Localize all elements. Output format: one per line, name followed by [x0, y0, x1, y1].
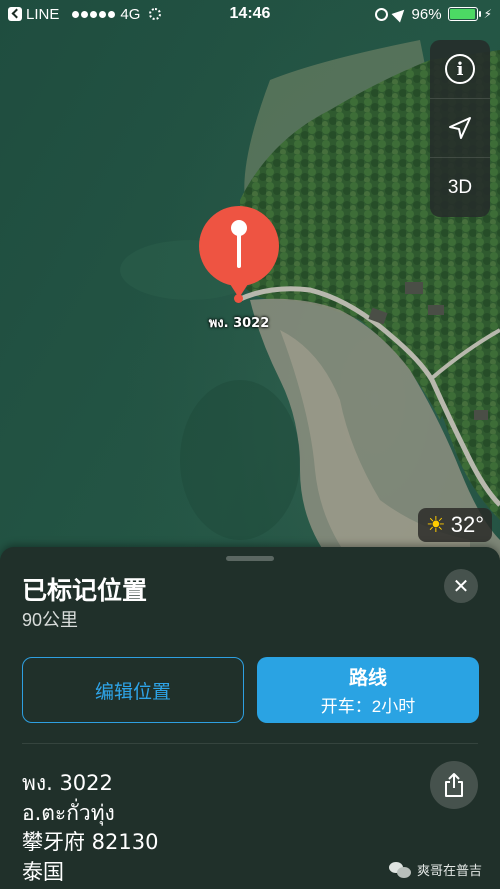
address-line: อ.ตะกั่วทุ่ง — [22, 800, 115, 825]
signal-strength-icon — [72, 10, 116, 18]
back-to-app-button[interactable]: LINE — [8, 6, 59, 23]
rotation-lock-icon — [374, 7, 388, 21]
wechat-icon — [388, 861, 411, 878]
info-icon: i — [445, 54, 475, 84]
3d-toggle-button[interactable]: 3D — [430, 158, 490, 217]
back-app-label: LINE — [26, 5, 60, 23]
address-block: พง. 3022 อ.ตะกั่วทุ่ง 攀牙府 82130 泰国 — [22, 769, 158, 887]
pin-needle-icon — [237, 228, 241, 268]
track-location-button[interactable] — [430, 99, 490, 158]
back-chevron-icon — [8, 7, 22, 21]
3d-icon: 3D — [447, 176, 473, 198]
divider — [22, 743, 478, 744]
battery-percent: 96% — [411, 5, 442, 23]
watermark: 爽哥在普吉 — [388, 860, 482, 879]
close-button[interactable]: ✕ — [444, 569, 478, 603]
battery-icon — [447, 7, 481, 21]
weather-badge: ☀ 32° — [417, 508, 492, 542]
directions-eta: 开车：2小时 — [320, 697, 416, 716]
directions-label: 路线 — [348, 668, 387, 689]
address-line: พง. 3022 — [22, 771, 113, 795]
map-info-button[interactable]: i — [430, 40, 490, 99]
directions-button[interactable]: 路线 开车：2小时 — [257, 657, 479, 723]
location-arrow-icon — [449, 117, 471, 139]
sheet-grabber[interactable] — [226, 556, 274, 561]
sun-icon: ☀ — [425, 512, 446, 538]
pin-anchor-dot — [234, 294, 243, 303]
place-title: 已标记位置 — [22, 577, 148, 605]
marked-location-pin[interactable] — [199, 206, 279, 286]
edit-location-button[interactable]: 编辑位置 — [22, 657, 244, 723]
location-services-icon — [391, 5, 409, 23]
share-button[interactable] — [430, 761, 478, 809]
charging-bolt-icon: ⚡ — [483, 7, 492, 21]
activity-spinner-icon — [149, 8, 162, 20]
close-icon: ✕ — [452, 575, 470, 598]
place-card: 已标记位置 90公里 ✕ 编辑位置 路线 开车：2小时 พง. 3022 อ.ต… — [0, 547, 500, 889]
place-distance: 90公里 — [22, 610, 79, 630]
network-type: 4G — [120, 5, 141, 23]
address-line: 泰国 — [22, 859, 64, 884]
pin-label: พง. 3022 — [208, 316, 270, 331]
temperature: 32° — [450, 512, 484, 537]
address-line: 攀牙府 82130 — [22, 830, 159, 854]
share-icon — [445, 773, 463, 797]
map-controls: i 3D — [430, 40, 490, 217]
watermark-text: 爽哥在普吉 — [416, 863, 482, 878]
status-bar: LINE 4G 14:46 96% ⚡ — [0, 0, 500, 28]
